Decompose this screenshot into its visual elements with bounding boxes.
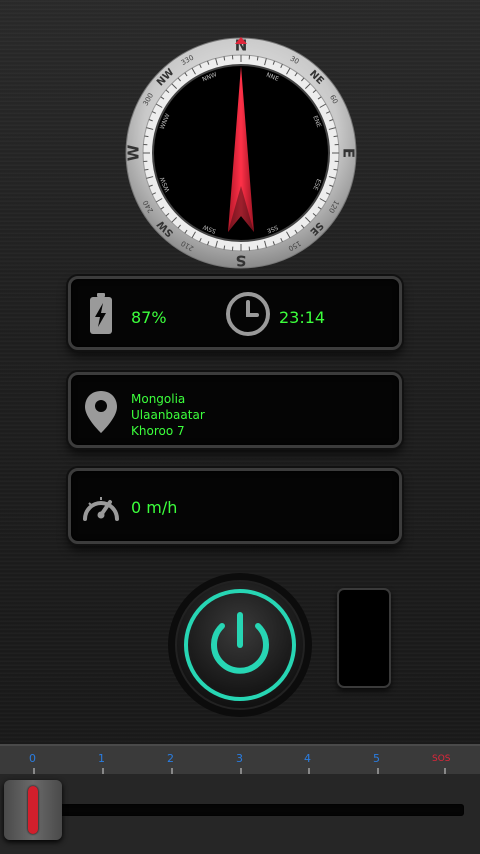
speed-value: 0 m/h [131,498,178,517]
battery-icon [90,293,112,334]
location-pin-icon [85,391,117,433]
location-text: Mongolia Ulaanbaatar Khoroo 7 [131,391,205,439]
battery-percentage: 87% [131,308,167,327]
scale-tick-sos: SOS [432,754,451,764]
strobe-scale: 0 1 2 3 4 5 SOS [0,744,480,774]
slider-knob-indicator [28,786,38,834]
clock-icon [226,292,270,336]
slider-knob[interactable] [4,780,62,840]
scale-tick-2: 2 [167,752,174,765]
scale-tick-0: 0 [29,752,36,765]
speed-panel: 0 m/h [68,468,402,544]
strobe-slider[interactable] [0,774,480,854]
compass-label-e: E [340,148,358,158]
compass-label-s: S [236,252,247,270]
power-button[interactable] [166,571,314,719]
screen-light-toggle[interactable] [337,588,391,688]
status-panel: 87% 23:14 [68,276,402,350]
location-panel: Mongolia Ulaanbaatar Khoroo 7 [68,372,402,448]
location-country: Mongolia [131,392,186,406]
scale-tick-4: 4 [304,752,311,765]
location-district: Khoroo 7 [131,424,185,438]
scale-tick-1: 1 [98,752,105,765]
slider-track[interactable] [6,804,464,816]
compass-label-w: W [125,144,143,161]
compass-dial: NNEESESSWWNW330 3060120150210240300NNEENE… [125,37,358,270]
speedometer-icon [83,497,119,521]
current-time: 23:14 [279,308,326,327]
location-city: Ulaanbaatar [131,408,205,422]
scale-tick-5: 5 [373,752,380,765]
scale-tick-3: 3 [236,752,243,765]
